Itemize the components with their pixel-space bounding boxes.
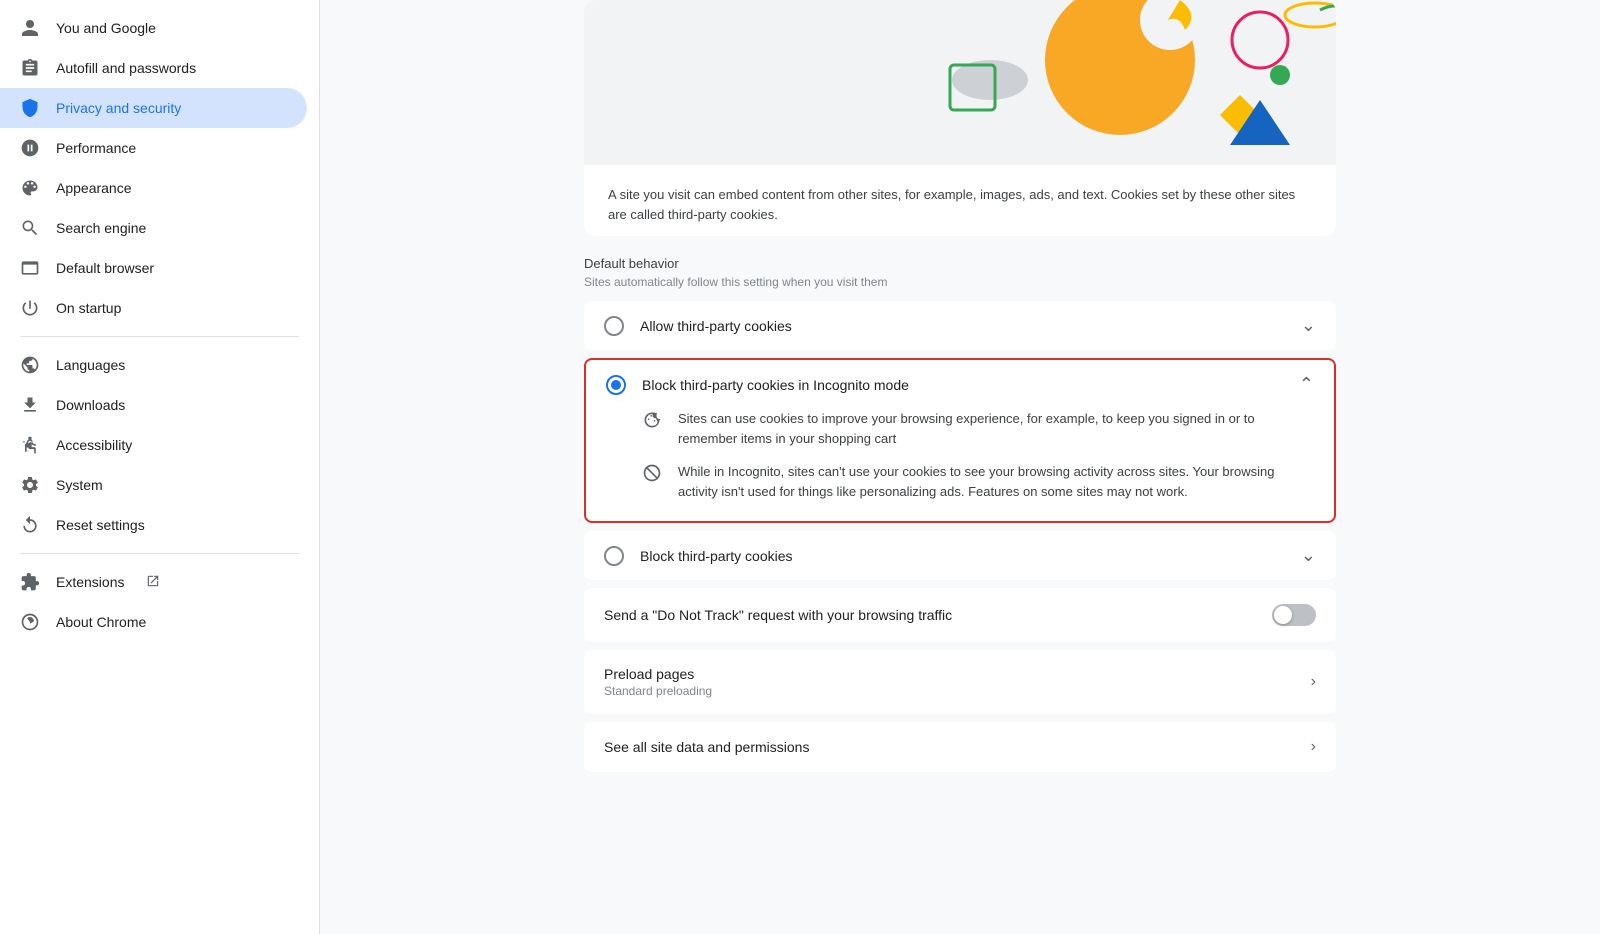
option-block-label: Block third-party cookies [640,548,793,564]
sidebar-item-about[interactable]: About Chrome [0,602,307,642]
speed-icon [20,138,40,158]
sidebar-item-autofill[interactable]: Autofill and passwords [0,48,307,88]
shield-icon [20,98,40,118]
sidebar-item-you-and-google[interactable]: You and Google [0,8,307,48]
sidebar-item-performance[interactable]: Performance [0,128,307,168]
sidebar-label-reset: Reset settings [56,517,145,533]
sidebar-divider-1 [20,336,299,337]
illustration-box [584,0,1336,165]
block-icon [642,463,662,483]
sidebar-label-extensions: Extensions [56,574,124,590]
detail-text-2: While in Incognito, sites can't use your… [678,462,1314,501]
preload-pages-option[interactable]: Preload pages Standard preloading › [584,650,1336,714]
content-area: A site you visit can embed content from … [560,0,1360,820]
settings-icon [20,475,40,495]
radio-allow[interactable] [604,316,624,336]
option-block[interactable]: Block third-party cookies ⌄ [584,531,1336,580]
detail-text-1: Sites can use cookies to improve your br… [678,409,1314,448]
do-not-track-option[interactable]: Send a "Do Not Track" request with your … [584,588,1336,642]
sidebar-item-downloads[interactable]: Downloads [0,385,307,425]
sidebar-item-privacy[interactable]: Privacy and security [0,88,307,128]
option-block-incognito[interactable]: Block third-party cookies in Incognito m… [584,358,1336,523]
option-block-incognito-top: Block third-party cookies in Incognito m… [606,374,1314,395]
sidebar-label-you-and-google: You and Google [56,20,156,36]
assignment-icon [20,58,40,78]
site-data-label: See all site data and permissions [604,739,809,755]
option-block-incognito-left: Block third-party cookies in Incognito m… [606,375,909,395]
sidebar-item-system[interactable]: System [0,465,307,505]
sidebar-label-appearance: Appearance [56,180,132,196]
sidebar-label-system: System [56,477,103,493]
preload-pages-content: Preload pages Standard preloading [604,666,712,698]
sidebar-label-autofill: Autofill and passwords [56,60,196,76]
person-icon [20,18,40,38]
sidebar-item-appearance[interactable]: Appearance [0,168,307,208]
search-icon [20,218,40,238]
chevron-right-site-data: › [1311,738,1316,756]
cookie-icon [642,410,662,430]
option-allow-label: Allow third-party cookies [640,318,792,334]
extension-icon [20,572,40,592]
power-icon [20,298,40,318]
chrome-icon [20,612,40,632]
sidebar-label-performance: Performance [56,140,136,156]
default-behavior-section: Default behavior Sites automatically fol… [584,256,1336,289]
default-behavior-subtitle: Sites automatically follow this setting … [584,275,1336,289]
option-block-incognito-label: Block third-party cookies in Incognito m… [642,377,909,393]
chevron-right-preload: › [1311,673,1316,691]
globe-icon [20,355,40,375]
download-icon [20,395,40,415]
sidebar-item-search-engine[interactable]: Search engine [0,208,307,248]
sidebar-label-downloads: Downloads [56,397,125,413]
sidebar-divider-2 [20,553,299,554]
external-link-icon [146,574,160,591]
illustration-svg [584,0,1336,165]
preload-pages-label: Preload pages [604,666,712,682]
sidebar-item-reset[interactable]: Reset settings [0,505,307,545]
site-data-option[interactable]: See all site data and permissions › [584,722,1336,772]
sidebar-label-on-startup: On startup [56,300,121,316]
sidebar-label-accessibility: Accessibility [56,437,132,453]
detail-row-1: Sites can use cookies to improve your br… [642,409,1314,448]
palette-icon [20,178,40,198]
sidebar-item-accessibility[interactable]: Accessibility [0,425,307,465]
sidebar-label-about: About Chrome [56,614,146,630]
description-text: A site you visit can embed content from … [608,185,1312,224]
sidebar-label-languages: Languages [56,357,125,373]
option-allow-left: Allow third-party cookies [604,316,792,336]
main-content: A site you visit can embed content from … [320,0,1600,934]
sidebar-label-search-engine: Search engine [56,220,146,236]
expanded-details: Sites can use cookies to improve your br… [606,409,1314,501]
sidebar-label-privacy: Privacy and security [56,100,181,116]
do-not-track-label: Send a "Do Not Track" request with your … [604,607,952,623]
sidebar-item-default-browser[interactable]: Default browser [0,248,307,288]
sidebar-item-on-startup[interactable]: On startup [0,288,307,328]
chevron-down-block: ⌄ [1301,545,1316,566]
default-behavior-title: Default behavior [584,256,1336,271]
do-not-track-toggle[interactable] [1272,604,1316,626]
detail-row-2: While in Incognito, sites can't use your… [642,462,1314,501]
chevron-down-allow: ⌄ [1301,315,1316,336]
sidebar: You and Google Autofill and passwords Pr… [0,0,320,934]
accessibility-icon [20,435,40,455]
browser-icon [20,258,40,278]
preload-pages-sub: Standard preloading [604,684,712,698]
sidebar-label-default-browser: Default browser [56,260,154,276]
reset-icon [20,515,40,535]
chevron-up-incognito: ⌃ [1299,374,1314,395]
description-section: A site you visit can embed content from … [584,165,1336,236]
sidebar-item-languages[interactable]: Languages [0,345,307,385]
option-allow[interactable]: Allow third-party cookies ⌄ [584,301,1336,350]
sidebar-item-extensions[interactable]: Extensions [0,562,307,602]
radio-block[interactable] [604,546,624,566]
option-block-left: Block third-party cookies [604,546,793,566]
radio-block-incognito[interactable] [606,375,626,395]
